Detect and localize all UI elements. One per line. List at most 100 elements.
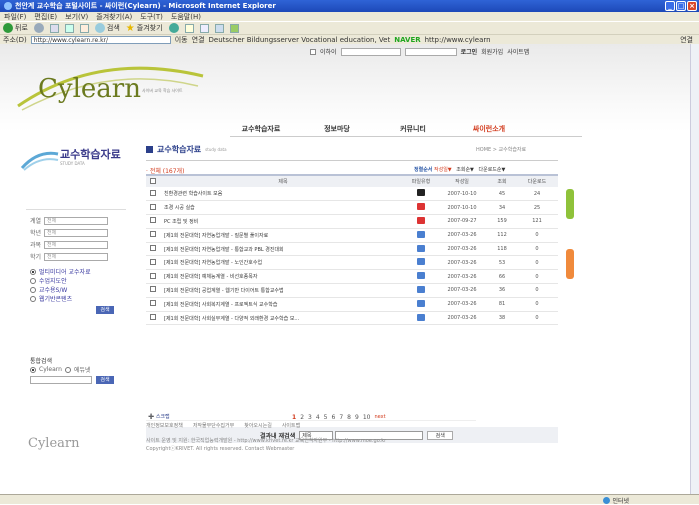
filter-select[interactable]: 전체 xyxy=(44,240,109,249)
minimize-button[interactable]: _ xyxy=(665,1,675,11)
util-password-input[interactable] xyxy=(404,47,457,56)
row-title[interactable]: [제1회 전문대학] 예체능계열 - 비선호종목자 xyxy=(160,269,406,285)
maximize-button[interactable]: □ xyxy=(676,1,686,11)
menu-tools[interactable]: 도구(T) xyxy=(140,12,163,22)
row-checkbox-cell[interactable] xyxy=(146,297,160,312)
type-radio[interactable]: 웹기반콘텐츠 xyxy=(30,294,72,303)
row-title[interactable]: [제1회 전문대학] 사회복지계열 - 프로젝트식 교수학습 xyxy=(160,297,406,312)
search-button[interactable]: 검색 xyxy=(94,23,120,33)
row-title[interactable]: [제1회 전문대학] 공업계열 - 웹기반 다이어트 통합교수법 xyxy=(160,283,406,298)
checkbox[interactable] xyxy=(150,217,156,224)
sitemap-link[interactable]: 사이트맵 xyxy=(507,47,529,56)
edit-icon[interactable] xyxy=(214,23,224,33)
integrated-search-button[interactable]: 검색 xyxy=(96,376,114,384)
footer-link[interactable]: 개인정보보호정책 xyxy=(146,422,183,429)
nav-community[interactable]: 커뮤니티 xyxy=(384,124,442,134)
filter-select[interactable]: 전체 xyxy=(44,216,109,225)
integrated-search-input[interactable] xyxy=(30,376,92,384)
menu-help[interactable]: 도움말(H) xyxy=(171,12,201,22)
menu-view[interactable]: 보기(V) xyxy=(65,12,88,22)
links-toggle[interactable]: 연결 xyxy=(680,35,693,45)
table-row[interactable]: [제1회 전문대학] 사회실무계열 - 다양적 외래환경 교수학습 모... 20… xyxy=(146,311,558,326)
row-checkbox-cell[interactable] xyxy=(146,214,160,229)
row-checkbox-cell[interactable] xyxy=(146,228,160,243)
history-icon[interactable] xyxy=(168,23,179,33)
table-row[interactable]: [제1회 전문대학] 공업계열 - 웹기반 다이어트 통합교수법 2007-03-… xyxy=(146,283,558,298)
mail-icon[interactable] xyxy=(184,23,194,33)
type-radio[interactable]: 교수용S/W xyxy=(30,285,67,294)
checkbox[interactable] xyxy=(150,258,156,265)
row-checkbox-cell[interactable] xyxy=(146,187,160,202)
type-radio[interactable]: 멀티미디어 교수자료 xyxy=(30,267,91,276)
util-search-input[interactable] xyxy=(340,47,401,56)
vertical-scrollbar[interactable] xyxy=(690,44,699,494)
link-naver[interactable]: NAVER xyxy=(394,36,420,44)
checkbox[interactable] xyxy=(150,272,156,279)
footer-link[interactable]: 사이트맵 xyxy=(282,422,300,429)
checkbox[interactable] xyxy=(150,300,156,307)
row-checkbox-cell[interactable] xyxy=(146,311,160,326)
back-button[interactable]: 뒤로 xyxy=(3,23,28,33)
side-tab-green[interactable] xyxy=(566,189,574,219)
menu-file[interactable]: 파일(F) xyxy=(4,12,26,22)
side-tab-orange[interactable] xyxy=(566,249,574,279)
filter-search-button[interactable]: 검색 xyxy=(96,306,114,314)
row-title[interactable]: 친환경관련 학습사이트 모음 xyxy=(160,187,406,202)
sort-by-views[interactable]: 조회순▼ xyxy=(456,167,474,173)
type-radio[interactable]: 수업지도안 xyxy=(30,276,67,285)
menu-favorites[interactable]: 즐겨찾기(A) xyxy=(96,12,132,22)
login-link[interactable]: 로그인 xyxy=(461,47,478,56)
sort-by-downloads[interactable]: 다운로드순▼ xyxy=(479,167,506,173)
footer-link[interactable]: 찾아오시는길 xyxy=(244,422,272,429)
row-title[interactable]: 조경 시공 실습 xyxy=(160,200,406,216)
stop-icon[interactable] xyxy=(49,23,59,33)
forward-button[interactable] xyxy=(33,23,44,33)
messenger-icon[interactable] xyxy=(229,23,239,33)
row-title[interactable]: [제1회 전문대학] 자연농업개발 - 노인간호수업 xyxy=(160,255,406,271)
search-checkbox[interactable] xyxy=(310,48,316,55)
home-icon[interactable] xyxy=(79,23,89,33)
footer-link[interactable]: 저작물무단수집거부 xyxy=(193,422,234,429)
join-link[interactable]: 회원가입 xyxy=(481,47,503,56)
table-row[interactable]: [제1회 전문대학] 자연농업개발 - 질문별 풀이자료 2007-03-26 11… xyxy=(146,228,558,243)
scrap-button[interactable]: ➕ 스크랩 xyxy=(148,413,170,420)
sort-by-date[interactable]: 작성일▼ xyxy=(434,167,452,173)
site-logo[interactable]: Cylearn 사이버 교육 학습 사이트 xyxy=(8,56,208,118)
checkbox[interactable] xyxy=(150,314,156,321)
nav-info[interactable]: 정보마당 xyxy=(308,124,366,134)
table-row[interactable]: [제1회 전문대학] 자연농업개발 - 노인간호수업 2007-03-26 53 0 xyxy=(146,255,558,271)
address-input[interactable]: http://www.cylearn.re.kr/ xyxy=(30,35,171,44)
table-row[interactable]: 친환경관련 학습사이트 모음 2007-10-10 45 24 xyxy=(146,187,558,202)
table-row[interactable]: [제1회 전문대학] 예체능계열 - 비선호종목자 2007-03-26 66 0 xyxy=(146,269,558,285)
filter-select[interactable]: 전체 xyxy=(44,252,109,261)
go-button[interactable]: 이동 xyxy=(175,35,188,45)
row-checkbox-cell[interactable] xyxy=(146,242,160,257)
table-row[interactable]: [제1회 전문대학] 사회복지계열 - 프로젝트식 교수학습 2007-03-26… xyxy=(146,297,558,312)
nav-teaching-materials[interactable]: 교수학습자료 xyxy=(232,124,290,134)
row-title[interactable]: PC 조립 및 정비 xyxy=(160,214,406,229)
checkbox[interactable] xyxy=(150,231,156,238)
table-row[interactable]: [제1회 전문대학] 자연농업개발 - 통합교과 PBL 경진대회 2007-03… xyxy=(146,242,558,257)
checkbox[interactable] xyxy=(150,189,156,196)
header-select-all[interactable] xyxy=(146,174,160,187)
row-checkbox-cell[interactable] xyxy=(146,200,160,216)
row-title[interactable]: [제1회 전문대학] 자연농업개발 - 통합교과 PBL 경진대회 xyxy=(160,242,406,257)
row-title[interactable]: [제1회 전문대학] 사회실무계열 - 다양적 외래환경 교수학습 모... xyxy=(160,311,406,326)
row-checkbox-cell[interactable] xyxy=(146,269,160,285)
checkbox[interactable] xyxy=(150,177,156,184)
link-bookmark-1[interactable]: Deutscher Bildungsserver Vocational educ… xyxy=(209,36,391,44)
link-bookmark-2[interactable]: http://www.cylearn xyxy=(425,36,491,44)
table-row[interactable]: PC 조립 및 정비 2007-09-27 159 121 xyxy=(146,214,558,229)
result-search-button[interactable]: 검색 xyxy=(427,430,454,440)
integrated-option[interactable]: Cylearn 에듀넷 xyxy=(30,365,91,374)
checkbox[interactable] xyxy=(150,203,156,210)
checkbox[interactable] xyxy=(150,245,156,252)
row-title[interactable]: [제1회 전문대학] 자연농업개발 - 질문별 풀이자료 xyxy=(160,228,406,243)
print-icon[interactable] xyxy=(199,23,209,33)
close-button[interactable]: × xyxy=(687,1,697,11)
row-checkbox-cell[interactable] xyxy=(146,283,160,298)
favorites-button[interactable]: ★ 즐겨찾기 xyxy=(126,23,163,34)
menu-edit[interactable]: 편집(E) xyxy=(34,12,57,22)
checkbox[interactable] xyxy=(150,286,156,293)
row-checkbox-cell[interactable] xyxy=(146,255,160,271)
